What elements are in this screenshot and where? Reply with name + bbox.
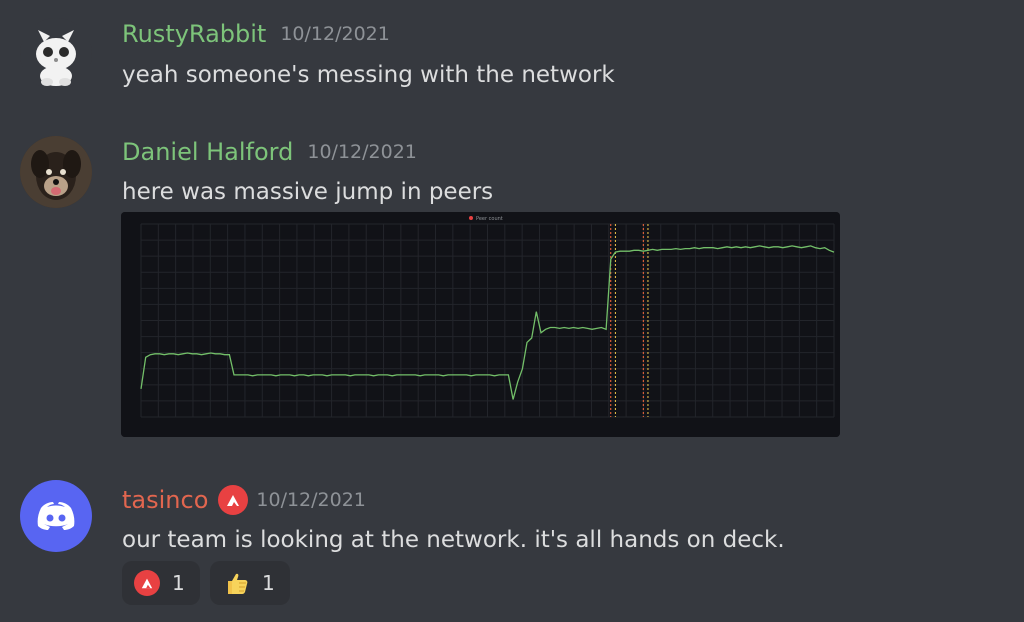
avalanche-logo-icon <box>218 485 249 515</box>
reaction-thumbs-up[interactable]: 1 <box>210 561 290 605</box>
avatar[interactable] <box>20 480 92 552</box>
timestamp: 10/12/2021 <box>256 489 366 511</box>
reaction-count: 1 <box>262 571 275 595</box>
message-tasinco: tasinco 10/12/2021 our team is looking a… <box>0 0 1024 622</box>
thumbs-up-icon <box>228 573 248 594</box>
message-text: our team is looking at the network. it's… <box>122 527 785 553</box>
avalanche-logo-icon <box>134 570 160 596</box>
reaction-count: 1 <box>172 571 185 595</box>
message-header: tasinco 10/12/2021 <box>122 485 366 515</box>
reaction-avalanche[interactable]: 1 <box>122 561 200 605</box>
avalanche-badge <box>218 485 249 515</box>
author-name[interactable]: tasinco <box>122 486 208 514</box>
discord-logo-icon <box>37 502 75 530</box>
